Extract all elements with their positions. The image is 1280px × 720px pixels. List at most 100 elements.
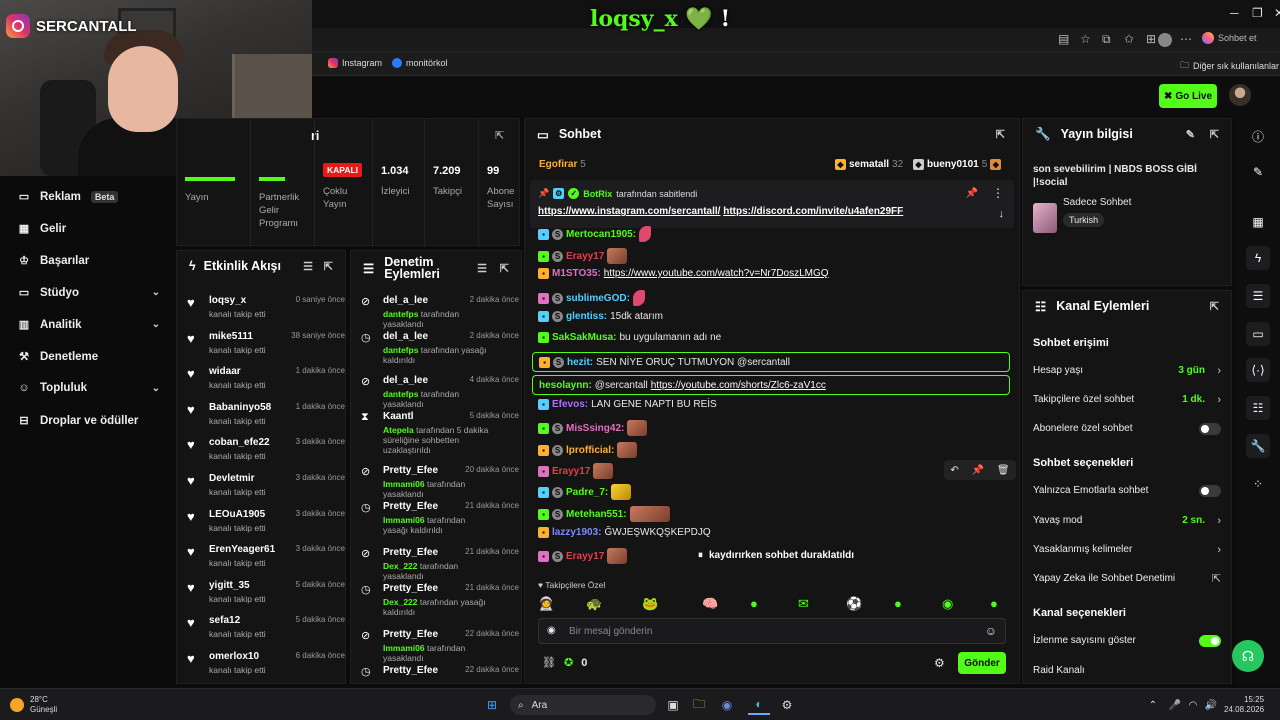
emote-3[interactable]: 🐸 <box>642 596 658 612</box>
nav-studio[interactable]: ▭ Stüdyo ⌄ <box>18 286 168 300</box>
emote-9[interactable]: ◉ <box>942 596 953 612</box>
category-name[interactable]: Sadece Sohbet <box>1063 197 1131 208</box>
chat-message[interactable]: ▪ Sglentiss: 15dk atarım <box>538 311 1008 322</box>
favorites-icon[interactable]: ✩ <box>1124 32 1134 46</box>
nav-achievements[interactable]: ♔ Başarılar <box>18 254 168 268</box>
viewer-count-toggle[interactable] <box>1199 634 1221 647</box>
chat-message[interactable]: hesolaynn: @sercantall https://youtube.com… <box>532 375 1010 395</box>
edge-icon[interactable]: ◐ <box>748 695 770 715</box>
nav-analytics[interactable]: ▥ Analitik ⌄ <box>18 318 168 332</box>
weather-widget[interactable]: 28°C Güneşli <box>10 695 57 715</box>
user-avatar[interactable] <box>1229 84 1251 106</box>
popout-icon[interactable]: ⇱ <box>996 128 1005 141</box>
emote-7[interactable]: ⚽ <box>846 596 862 612</box>
more-icon[interactable]: ⋯ <box>1180 32 1192 46</box>
steam-icon[interactable]: ⚙ <box>778 695 796 715</box>
bolt-icon[interactable]: ϟ <box>1246 246 1270 270</box>
chat-message[interactable]: ▪ Slprofficial: <box>538 442 1008 458</box>
unpin-icon[interactable]: 📌 <box>966 188 978 199</box>
other-bookmarks[interactable]: 🗀 Diğer sık kullanılanlar <box>1180 58 1279 74</box>
emote-5[interactable]: ● <box>750 596 758 611</box>
chat-username[interactable]: SakSakMusa: <box>552 332 616 343</box>
chat-username[interactable]: Erayy17 <box>566 251 604 262</box>
chat-username[interactable]: hesolaynn: <box>539 380 592 391</box>
bookmark-monitorkol[interactable]: monitörkol <box>392 58 448 68</box>
instagram-link[interactable]: https://www.instagram.com/sercantall/ <box>538 206 720 217</box>
chat-username[interactable]: Metehan551: <box>566 509 627 520</box>
subs-chat-toggle[interactable] <box>1199 422 1221 435</box>
settings-gear-icon[interactable]: ⚙ <box>934 656 945 670</box>
emoji-icon[interactable]: ☺ <box>985 624 997 638</box>
ai-moderation-row[interactable]: Yapay Zeka ile Sohbet Denetimi ⇱ <box>1033 573 1223 585</box>
emote-only-toggle[interactable] <box>1199 484 1221 497</box>
popout-icon[interactable]: ⇱ <box>324 260 333 273</box>
chat-message[interactable]: ▪ SakSakMusa: bu uygulamanın adı ne <box>538 332 1008 343</box>
message-link[interactable]: https://www.youtube.com/watch?v=Nr7DoszL… <box>604 268 829 279</box>
link-icon[interactable]: ⛓ <box>542 656 556 669</box>
chat-message[interactable]: ▪ Erayy17 <box>538 463 1008 479</box>
emote-1[interactable]: 🧑‍🚀 <box>538 596 554 612</box>
wifi-icon[interactable]: ◠ <box>1186 695 1200 715</box>
record-icon[interactable]: ◉ <box>547 625 556 636</box>
discord-link[interactable]: https://discord.com/invite/u4afen29FF <box>723 206 903 217</box>
emote-6[interactable]: ✉ <box>798 596 809 612</box>
chat-username[interactable]: MisSsing42: <box>566 423 624 434</box>
nav-revenue[interactable]: ▦ Gelir <box>18 222 168 236</box>
nav-ads[interactable]: ▭ Reklam Beta <box>18 190 168 203</box>
edit-icon[interactable]: ✎ <box>1186 128 1195 141</box>
bookmark-instagram[interactable]: Instagram <box>328 58 382 68</box>
chat-username[interactable]: Erayy17 <box>552 466 590 477</box>
copilot-chat-button[interactable]: Sohbet et <box>1202 32 1257 44</box>
account-age-row[interactable]: Hesap yaşı 3 gün › <box>1033 365 1223 377</box>
raid-channel-row[interactable]: Raid Kanalı <box>1033 665 1223 676</box>
banned-words-row[interactable]: Yasaklanmış kelimeler › <box>1033 544 1223 556</box>
chat-username[interactable]: sublimeGOD: <box>566 293 630 304</box>
tray-chevron-icon[interactable]: ⌃ <box>1146 695 1160 715</box>
chat-icon[interactable]: ▭ <box>1246 322 1270 346</box>
chat-message[interactable]: ▪ Efevos: LAN GENE NAPTI BU REİS <box>538 399 1008 410</box>
task-view-icon[interactable]: ▣ <box>664 695 682 715</box>
volume-icon[interactable]: 🔊 <box>1204 695 1218 715</box>
chat-username[interactable]: lazzy1903: <box>552 527 601 538</box>
emote-10[interactable]: ● <box>990 596 998 611</box>
embed-icon[interactable]: ⟨·⟩ <box>1246 358 1270 382</box>
popout-icon[interactable]: ⇱ <box>1210 128 1219 141</box>
top-gifter-3[interactable]: ◆ bueny0101 5 ◆ <box>913 159 1002 170</box>
chat-message[interactable]: ▪ lazzy1903: ĞWJEŞWKQŞKEPDJQ <box>538 527 1008 538</box>
chat-username[interactable]: Padre_7: <box>566 487 608 498</box>
taskbar-search[interactable]: ⌕ Ara <box>510 695 656 715</box>
chat-message[interactable]: ▪ SsublimeGOD: <box>538 290 1008 306</box>
info-icon[interactable]: ⓘ <box>1246 124 1270 148</box>
go-live-button[interactable]: ✖ Go Live <box>1159 84 1217 108</box>
trash-icon[interactable]: 🗑 <box>997 465 1010 476</box>
emote-2[interactable]: 🐢 <box>586 596 602 612</box>
followers-chat-row[interactable]: Takipçilere özel sohbet 1 dk. › <box>1033 394 1223 406</box>
chat-username[interactable]: glentiss: <box>566 311 607 322</box>
slow-mode-row[interactable]: Yavaş mod 2 sn. › <box>1033 515 1223 527</box>
chat-message[interactable]: ▪ Shezit: SEN NİYE ORUÇ TUTMUYON @sercanta… <box>532 352 1010 372</box>
chat-message[interactable]: ▪ M1STO35: https://www.youtube.com/watch?v… <box>538 268 1008 279</box>
start-icon[interactable]: ⊞ <box>482 695 502 715</box>
nav-drops[interactable]: ⊟ Droplar ve ödüller <box>18 414 168 428</box>
expand-down-icon[interactable]: ↓ <box>999 208 1005 220</box>
layout-icon[interactable]: ▦ <box>1246 210 1270 234</box>
clock[interactable]: 15:25 24.08.2026 <box>1224 695 1264 715</box>
collections-icon[interactable]: ⊞ <box>1146 32 1156 46</box>
chat-username[interactable]: Mertocan1905: <box>566 229 636 240</box>
popout-icon[interactable]: ⇱ <box>1210 300 1219 313</box>
channel-icon[interactable]: ☷ <box>1246 396 1270 420</box>
message-link[interactable]: https://youtube.com/shorts/Zlc6-zaV1cc <box>651 380 826 391</box>
chat-username[interactable]: lprofficial: <box>566 445 614 456</box>
chat-paused-indicator[interactable]: ⏸ kaydırırken sohbet duraklatıldı <box>698 550 854 561</box>
top-gifter-1[interactable]: Egofirar 5 <box>539 159 586 170</box>
chat-username[interactable]: Efevos: <box>552 399 588 410</box>
apps-icon[interactable]: ⁘ <box>1246 472 1270 496</box>
nav-community[interactable]: ☺ Topluluk ⌄ <box>18 382 168 394</box>
filter-icon[interactable]: ☰ <box>303 260 313 273</box>
mic-icon[interactable]: 🎤 <box>1168 695 1182 715</box>
chat-message[interactable]: ▪ S Mertocan1905: <box>538 226 1008 242</box>
close-icon[interactable]: ✕ <box>1274 6 1280 20</box>
pin-icon[interactable]: 📌 <box>972 465 984 476</box>
chat-input[interactable]: ◉ Bir mesaj gönderin ☺ <box>538 618 1006 644</box>
favorite-star-icon[interactable]: ☆ <box>1080 32 1091 46</box>
